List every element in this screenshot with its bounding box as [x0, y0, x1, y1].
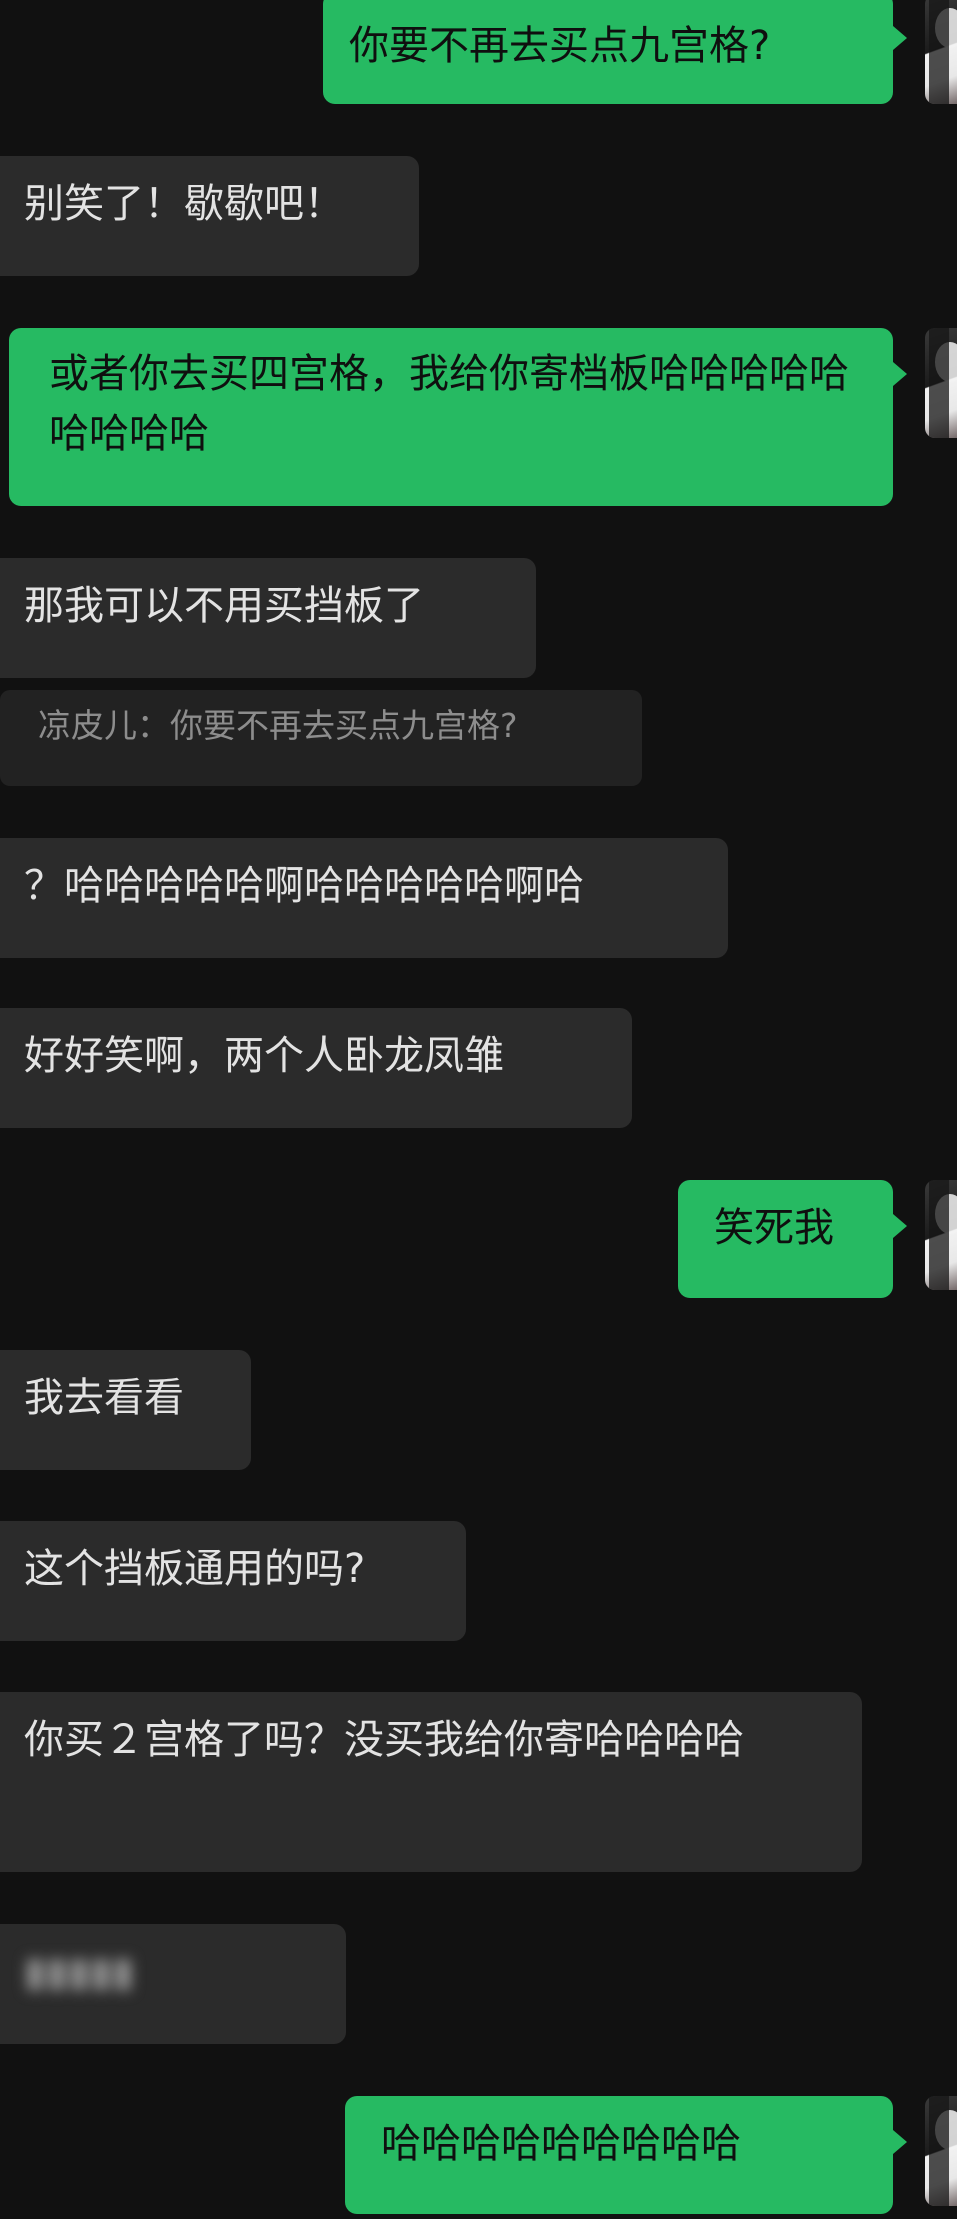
message-text: 我去看看 [24, 1375, 184, 1421]
quoted-message[interactable]: 凉皮儿：你要不再去买点九宫格? [0, 690, 642, 786]
avatar[interactable] [925, 328, 957, 438]
message-bubble-outgoing[interactable]: 你要不再去买点九宫格? [323, 0, 907, 104]
redacted-message-text: ▮▮▮▮▮ [24, 1949, 135, 1995]
avatar[interactable] [925, 0, 957, 104]
message-text: 那我可以不用买挡板了 [24, 583, 424, 629]
message-text: 你要不再去买点九宫格? [349, 23, 771, 69]
message-bubble-incoming[interactable]: 我去看看 [0, 1350, 251, 1470]
message-bubble-outgoing[interactable]: 笑死我 [678, 1180, 907, 1298]
message-bubble-incoming-redacted[interactable]: ▮▮▮▮▮ [0, 1924, 346, 2044]
message-bubble-incoming[interactable]: ？哈哈哈哈哈啊哈哈哈哈哈啊哈 [0, 838, 728, 958]
message-text: 别笑了！歇歇吧！ [24, 181, 344, 227]
message-bubble-incoming[interactable]: 那我可以不用买挡板了 [0, 558, 536, 678]
message-bubble-incoming[interactable]: 好好笑啊，两个人卧龙凤雏 [0, 1008, 632, 1128]
message-bubble-incoming[interactable]: 这个挡板通用的吗? [0, 1521, 466, 1641]
message-text: ？哈哈哈哈哈啊哈哈哈哈哈啊哈 [24, 863, 584, 909]
avatar[interactable] [925, 2096, 957, 2206]
message-bubble-outgoing[interactable]: 或者你去买四宫格，我给你寄档板哈哈哈哈哈哈哈哈哈 [9, 328, 907, 506]
message-text: 你买２宫格了吗？没买我给你寄哈哈哈哈 [24, 1717, 744, 1763]
message-bubble-incoming[interactable]: 别笑了！歇歇吧！ [0, 156, 419, 276]
chat-message-list[interactable]: 你要不再去买点九宫格? 别笑了！歇歇吧！ 或者你去买四宫格，我给你寄档板哈哈哈哈… [0, 0, 957, 2219]
message-bubble-outgoing[interactable]: 哈哈哈哈哈哈哈哈哈 [345, 2096, 907, 2214]
avatar[interactable] [925, 1180, 957, 1290]
message-text: 这个挡板通用的吗? [24, 1546, 366, 1592]
message-text: 好好笑啊，两个人卧龙凤雏 [24, 1033, 504, 1079]
message-text: 或者你去买四宫格，我给你寄档板哈哈哈哈哈哈哈哈哈 [49, 351, 849, 457]
quoted-message-text: 凉皮儿：你要不再去买点九宫格? [38, 706, 518, 745]
message-text: 笑死我 [714, 1205, 834, 1251]
message-text: 哈哈哈哈哈哈哈哈哈 [381, 2121, 741, 2167]
message-bubble-incoming[interactable]: 你买２宫格了吗？没买我给你寄哈哈哈哈 [0, 1692, 862, 1872]
